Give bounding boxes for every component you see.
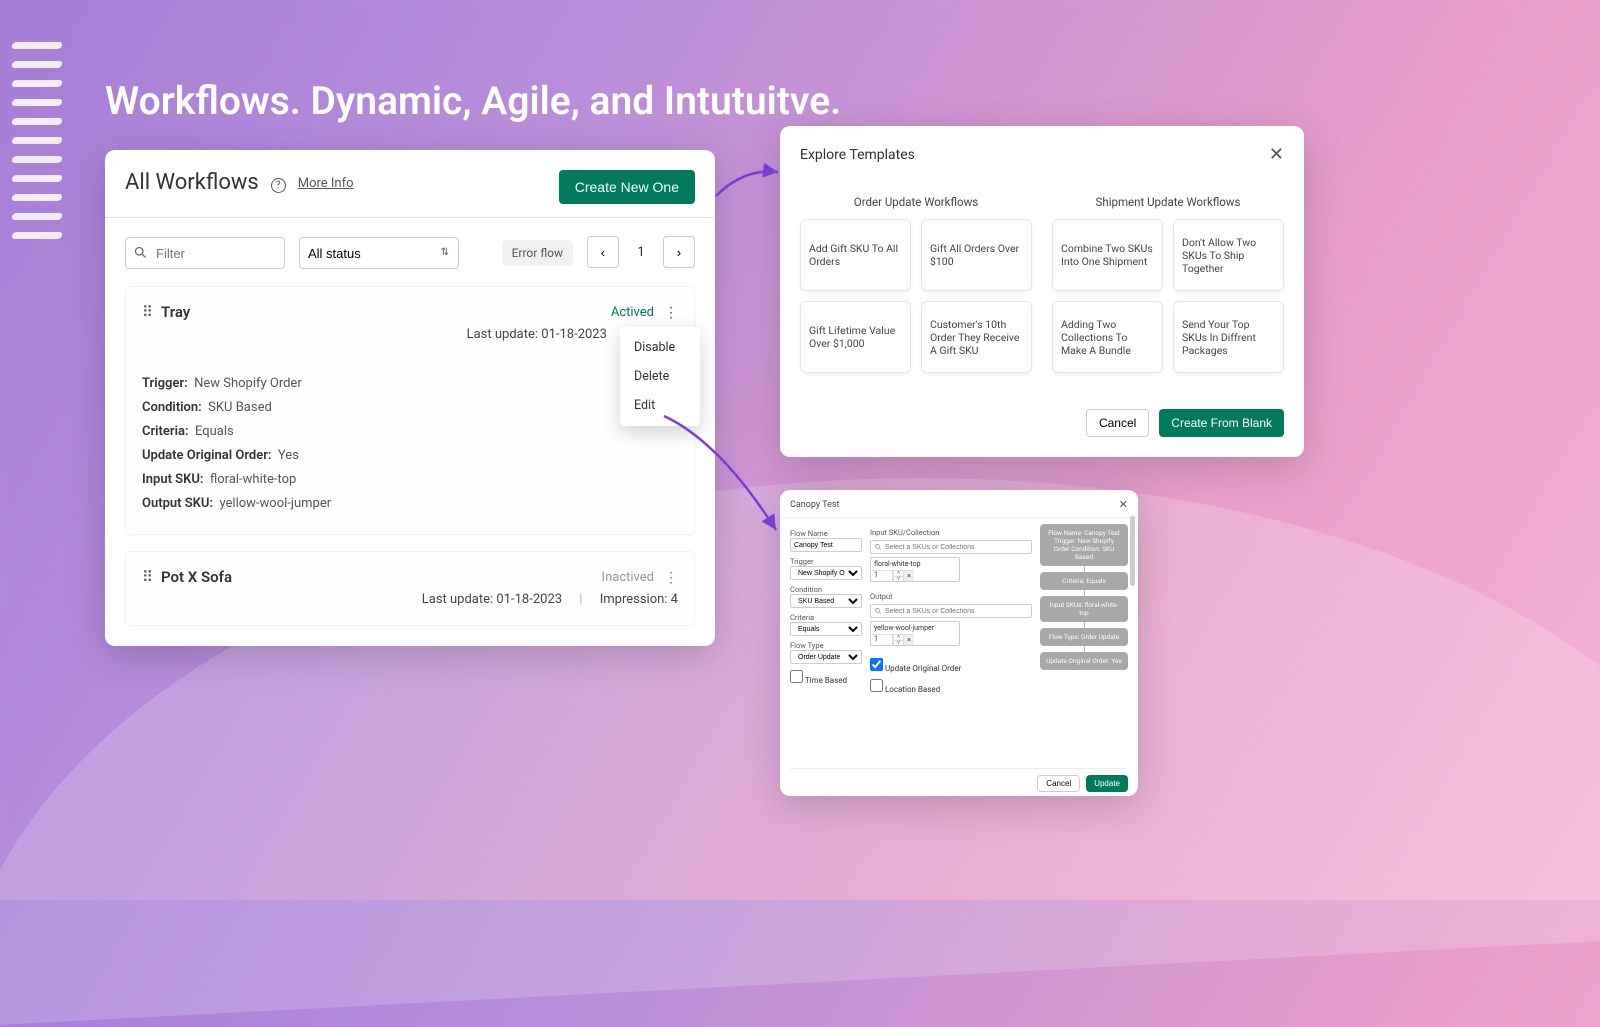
remove-tag-icon: × bbox=[903, 570, 914, 581]
template-card[interactable]: Gift Lifetime Value Over $1,000 bbox=[800, 301, 911, 373]
workflow-item: ⠿ Pot X Sofa Inactived ⋮ Last update: 01… bbox=[125, 551, 695, 626]
workflow-details: Trigger: New Shopify Order Condition: SK… bbox=[142, 372, 678, 516]
divider bbox=[105, 217, 715, 218]
trigger-label: Trigger bbox=[790, 557, 862, 566]
workflow-name: Pot X Sofa bbox=[161, 568, 232, 586]
update-original-checkbox[interactable] bbox=[870, 658, 883, 671]
modal-title: Explore Templates bbox=[800, 147, 915, 163]
flow-node: Input SKUs: floral-white-top bbox=[1040, 596, 1128, 622]
input-sku-label: Input SKU/Collection bbox=[870, 528, 1032, 537]
workflow-name: Tray bbox=[161, 303, 190, 321]
info-icon[interactable]: ? bbox=[271, 178, 286, 193]
flow-diagram: Flow Name: Canopy Test Trigger: New Shop… bbox=[1040, 524, 1128, 766]
template-card[interactable]: Don't Allow Two SKUs To Ship Together bbox=[1173, 219, 1284, 291]
kebab-menu-button[interactable]: ⋮ bbox=[664, 569, 678, 586]
flow-name-input[interactable] bbox=[790, 538, 862, 552]
template-card[interactable]: Add Gift SKU To All Orders bbox=[800, 219, 911, 291]
hero-title: Workflows. Dynamic, Agile, and Intutuitv… bbox=[105, 78, 841, 124]
last-update-value: 01-18-2023 bbox=[496, 592, 562, 607]
output-label: Output bbox=[870, 592, 1032, 601]
flow-node: Criteria: Equals bbox=[1040, 572, 1128, 590]
search-icon bbox=[133, 245, 148, 260]
flow-name-label: Flow Name bbox=[790, 529, 862, 538]
flow-type-label: Flow Type bbox=[790, 641, 862, 650]
condition-select[interactable]: SKU Based bbox=[790, 594, 862, 608]
sku-tag[interactable]: floral-white-top 1˄˅× bbox=[870, 557, 960, 582]
status-select[interactable]: All status bbox=[299, 237, 459, 269]
close-icon[interactable]: ✕ bbox=[1269, 144, 1284, 165]
explore-templates-modal: Explore Templates ✕ Order Update Workflo… bbox=[780, 126, 1304, 457]
pager-next-button[interactable]: › bbox=[663, 236, 695, 268]
menu-delete[interactable]: Delete bbox=[620, 362, 700, 391]
kebab-menu-button[interactable]: ⋮ bbox=[664, 304, 678, 321]
output-search[interactable] bbox=[870, 604, 1032, 618]
col-title-order: Order Update Workflows bbox=[800, 195, 1032, 209]
sku-tag[interactable]: yellow-wool-jumper 1˄˅× bbox=[870, 621, 960, 646]
last-update-label: Last update: bbox=[467, 327, 538, 342]
status-badge: Actived bbox=[611, 305, 654, 320]
scrollbar[interactable] bbox=[1130, 516, 1135, 586]
drag-handle-icon[interactable]: ⠿ bbox=[142, 303, 151, 321]
drag-handle-icon[interactable]: ⠿ bbox=[142, 568, 151, 586]
flow-node: Flow Name: Canopy Test Trigger: New Shop… bbox=[1040, 524, 1128, 566]
remove-tag-icon: × bbox=[903, 634, 914, 645]
pager-prev-button[interactable]: ‹ bbox=[587, 236, 619, 268]
flow-node: Flow Type: Order Update bbox=[1040, 628, 1128, 646]
flow-type-select[interactable]: Order Update bbox=[790, 650, 862, 664]
flow-node: Update Original Order: Yes bbox=[1040, 652, 1128, 670]
create-from-blank-button[interactable]: Create From Blank bbox=[1159, 409, 1284, 437]
close-icon[interactable]: ✕ bbox=[1119, 498, 1128, 511]
trigger-select[interactable]: New Shopify Order bbox=[790, 566, 862, 580]
error-flow-chip[interactable]: Error flow bbox=[502, 240, 573, 266]
last-update-value: 01-18-2023 bbox=[541, 327, 607, 342]
page-title: All Workflows bbox=[125, 170, 259, 195]
template-card[interactable]: Send Your Top SKUs In Diffrent Packages bbox=[1173, 301, 1284, 373]
criteria-label: Criteria bbox=[790, 613, 862, 622]
menu-disable[interactable]: Disable bbox=[620, 333, 700, 362]
impression-label: Impression: 4 bbox=[600, 592, 678, 607]
status-badge: Inactived bbox=[602, 570, 654, 585]
cancel-button[interactable]: Cancel bbox=[1037, 775, 1080, 792]
create-new-button[interactable]: Create New One bbox=[559, 170, 695, 204]
toolbar: All status ⇅ Error flow ‹ 1 › bbox=[125, 236, 695, 270]
template-card[interactable]: Adding Two Collections To Make A Bundle bbox=[1052, 301, 1163, 373]
cancel-button[interactable]: Cancel bbox=[1086, 409, 1149, 437]
flow-editor-modal: Canopy Test ✕ Flow Name Trigger New Shop… bbox=[780, 490, 1138, 796]
template-card[interactable]: Customer's 10th Order They Receive A Gif… bbox=[921, 301, 1032, 373]
arrow-icon bbox=[660, 412, 790, 542]
pager-page: 1 bbox=[625, 236, 657, 270]
update-button[interactable]: Update bbox=[1086, 775, 1128, 792]
condition-label: Condition bbox=[790, 585, 862, 594]
arrow-icon bbox=[714, 166, 784, 206]
last-update-label: Last update: bbox=[422, 592, 493, 607]
col-title-shipment: Shipment Update Workflows bbox=[1052, 195, 1284, 209]
criteria-select[interactable]: Equals bbox=[790, 622, 862, 636]
template-card[interactable]: Gift All Orders Over $100 bbox=[921, 219, 1032, 291]
more-info-link[interactable]: More Info bbox=[298, 176, 354, 191]
filter-input[interactable] bbox=[125, 237, 285, 269]
search-icon bbox=[874, 543, 882, 551]
workflows-card: All Workflows ? More Info Create New One… bbox=[105, 150, 715, 646]
search-icon bbox=[874, 607, 882, 615]
workflow-item: ⠿ Tray Actived ⋮ Last update: 01-18-2023… bbox=[125, 286, 695, 535]
location-based-checkbox[interactable] bbox=[870, 679, 883, 692]
modal-title: Canopy Test bbox=[790, 500, 839, 510]
template-card[interactable]: Combine Two SKUs Into One Shipment bbox=[1052, 219, 1163, 291]
time-based-checkbox[interactable] bbox=[790, 670, 803, 683]
bg-stripes bbox=[12, 30, 62, 251]
input-sku-search[interactable] bbox=[870, 540, 1032, 554]
